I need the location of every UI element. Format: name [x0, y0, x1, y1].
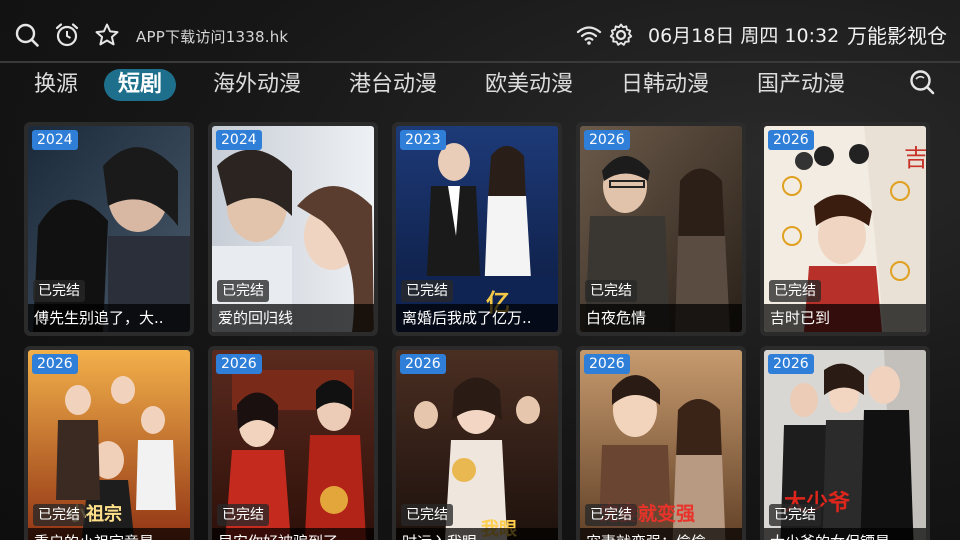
drama-poster: 2024 已完结 爱的回归线: [212, 126, 374, 332]
drama-poster: 吉 2026 已完结 吉时已到: [764, 126, 926, 332]
year-badge: 2026: [216, 354, 262, 374]
drama-card[interactable]: 2026 已完结 早安你好被骗到了: [208, 346, 378, 540]
drama-poster: 亿 2023 已完结 离婚后我成了亿万..: [396, 126, 558, 332]
drama-title: 时运入我眼: [402, 531, 554, 540]
status-badge: 已完结: [33, 504, 85, 526]
status-badge: 已完结: [769, 280, 821, 302]
drama-title: 大少爷的女保镖是..: [770, 531, 922, 540]
year-badge: 2026: [32, 354, 78, 374]
year-badge: 2026: [400, 354, 446, 374]
status-badge: 已完结: [769, 504, 821, 526]
status-badge: 已完结: [217, 504, 269, 526]
drama-poster: 大少爷 2026 已完结 大少爷的女保镖是..: [764, 350, 926, 540]
status-badge: 已完结: [217, 280, 269, 302]
drama-card[interactable]: 2024 已完结 傅先生别追了，大..: [24, 122, 194, 336]
drama-poster: 2024 已完结 傅先生别追了，大..: [28, 126, 190, 332]
year-badge: 2024: [32, 130, 78, 150]
drama-title: 爱的回归线: [218, 309, 294, 327]
year-badge: 2026: [768, 130, 814, 150]
year-badge: 2026: [584, 354, 630, 374]
drama-title: 离婚后我成了亿万..: [402, 309, 532, 327]
drama-card[interactable]: 亿 2023 已完结 离婚后我成了亿万..: [392, 122, 562, 336]
drama-card[interactable]: 2026 已完结 白夜危情: [576, 122, 746, 336]
year-badge: 2026: [584, 130, 630, 150]
drama-title: 白夜危情: [586, 309, 647, 327]
year-badge: 2026: [768, 354, 814, 374]
drama-card[interactable]: 2024 已完结 爱的回归线: [208, 122, 378, 336]
drama-title: 吉时已到: [770, 309, 831, 327]
drama-title: 傅先生别追了，大..: [34, 309, 164, 327]
drama-grid: 2024 已完结 傅先生别追了，大.. 2024 已完结 爱的回归线 亿 202…: [0, 0, 960, 540]
drama-card[interactable]: 大少爷 2026 已完结 大少爷的女保镖是..: [760, 346, 930, 540]
drama-title: 重启的小祖宗竟是..: [34, 531, 186, 540]
drama-card[interactable]: 我眼 2026 已完结 时运入我眼: [392, 346, 562, 540]
drama-poster: 2026 已完结 早安你好被骗到了: [212, 350, 374, 540]
status-badge: 已完结: [401, 504, 453, 526]
svg-text:吉: 吉: [904, 144, 926, 172]
drama-poster: 小祖宗 2026 已完结 重启的小祖宗竟是..: [28, 350, 190, 540]
drama-card[interactable]: 宠妻就变强 2026 已完结 宠妻就变强：偷偷..: [576, 346, 746, 540]
drama-poster: 宠妻就变强 2026 已完结 宠妻就变强：偷偷..: [580, 350, 742, 540]
drama-poster: 2026 已完结 白夜危情: [580, 126, 742, 332]
drama-card[interactable]: 小祖宗 2026 已完结 重启的小祖宗竟是..: [24, 346, 194, 540]
drama-card[interactable]: 吉 2026 已完结 吉时已到: [760, 122, 930, 336]
year-badge: 2023: [400, 130, 446, 150]
drama-title: 宠妻就变强：偷偷..: [586, 531, 738, 540]
status-badge: 已完结: [33, 280, 85, 302]
status-badge: 已完结: [401, 280, 453, 302]
status-badge: 已完结: [585, 504, 637, 526]
status-badge: 已完结: [585, 280, 637, 302]
drama-title: 早安你好被骗到了: [218, 531, 370, 540]
year-badge: 2024: [216, 130, 262, 150]
drama-poster: 我眼 2026 已完结 时运入我眼: [396, 350, 558, 540]
